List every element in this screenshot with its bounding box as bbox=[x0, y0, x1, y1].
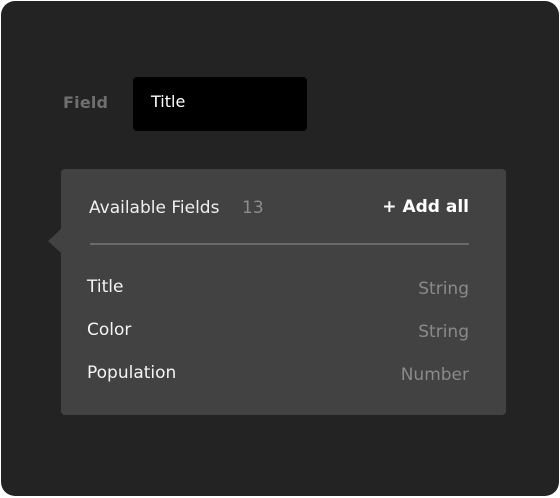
header-divider bbox=[90, 243, 469, 245]
available-fields-title: Available Fields bbox=[89, 198, 220, 218]
field-item-population[interactable]: Population Number bbox=[61, 351, 506, 394]
field-item-title[interactable]: Title String bbox=[61, 265, 506, 308]
field-item-type: String bbox=[418, 322, 469, 342]
field-item-type: Number bbox=[400, 365, 469, 385]
field-input[interactable]: Title bbox=[133, 77, 307, 131]
available-fields-popover: Available Fields 13 + Add all Title Stri… bbox=[48, 169, 506, 415]
field-label: Field bbox=[63, 93, 109, 112]
field-item-name: Color bbox=[87, 320, 132, 340]
available-fields-list: Title String Color String Population Num… bbox=[61, 265, 506, 394]
field-item-color[interactable]: Color String bbox=[61, 308, 506, 351]
field-item-name: Title bbox=[87, 277, 124, 297]
popover-arrow bbox=[48, 229, 61, 253]
field-item-name: Population bbox=[87, 363, 177, 383]
field-row: Field Title bbox=[1, 1, 559, 161]
available-fields-count: 13 bbox=[242, 198, 264, 218]
popover-header: Available Fields 13 + Add all bbox=[61, 169, 506, 245]
field-item-type: String bbox=[418, 279, 469, 299]
app-window: Field Title Available Fields 13 + Add al… bbox=[1, 1, 559, 496]
add-all-button[interactable]: + Add all bbox=[382, 197, 469, 217]
